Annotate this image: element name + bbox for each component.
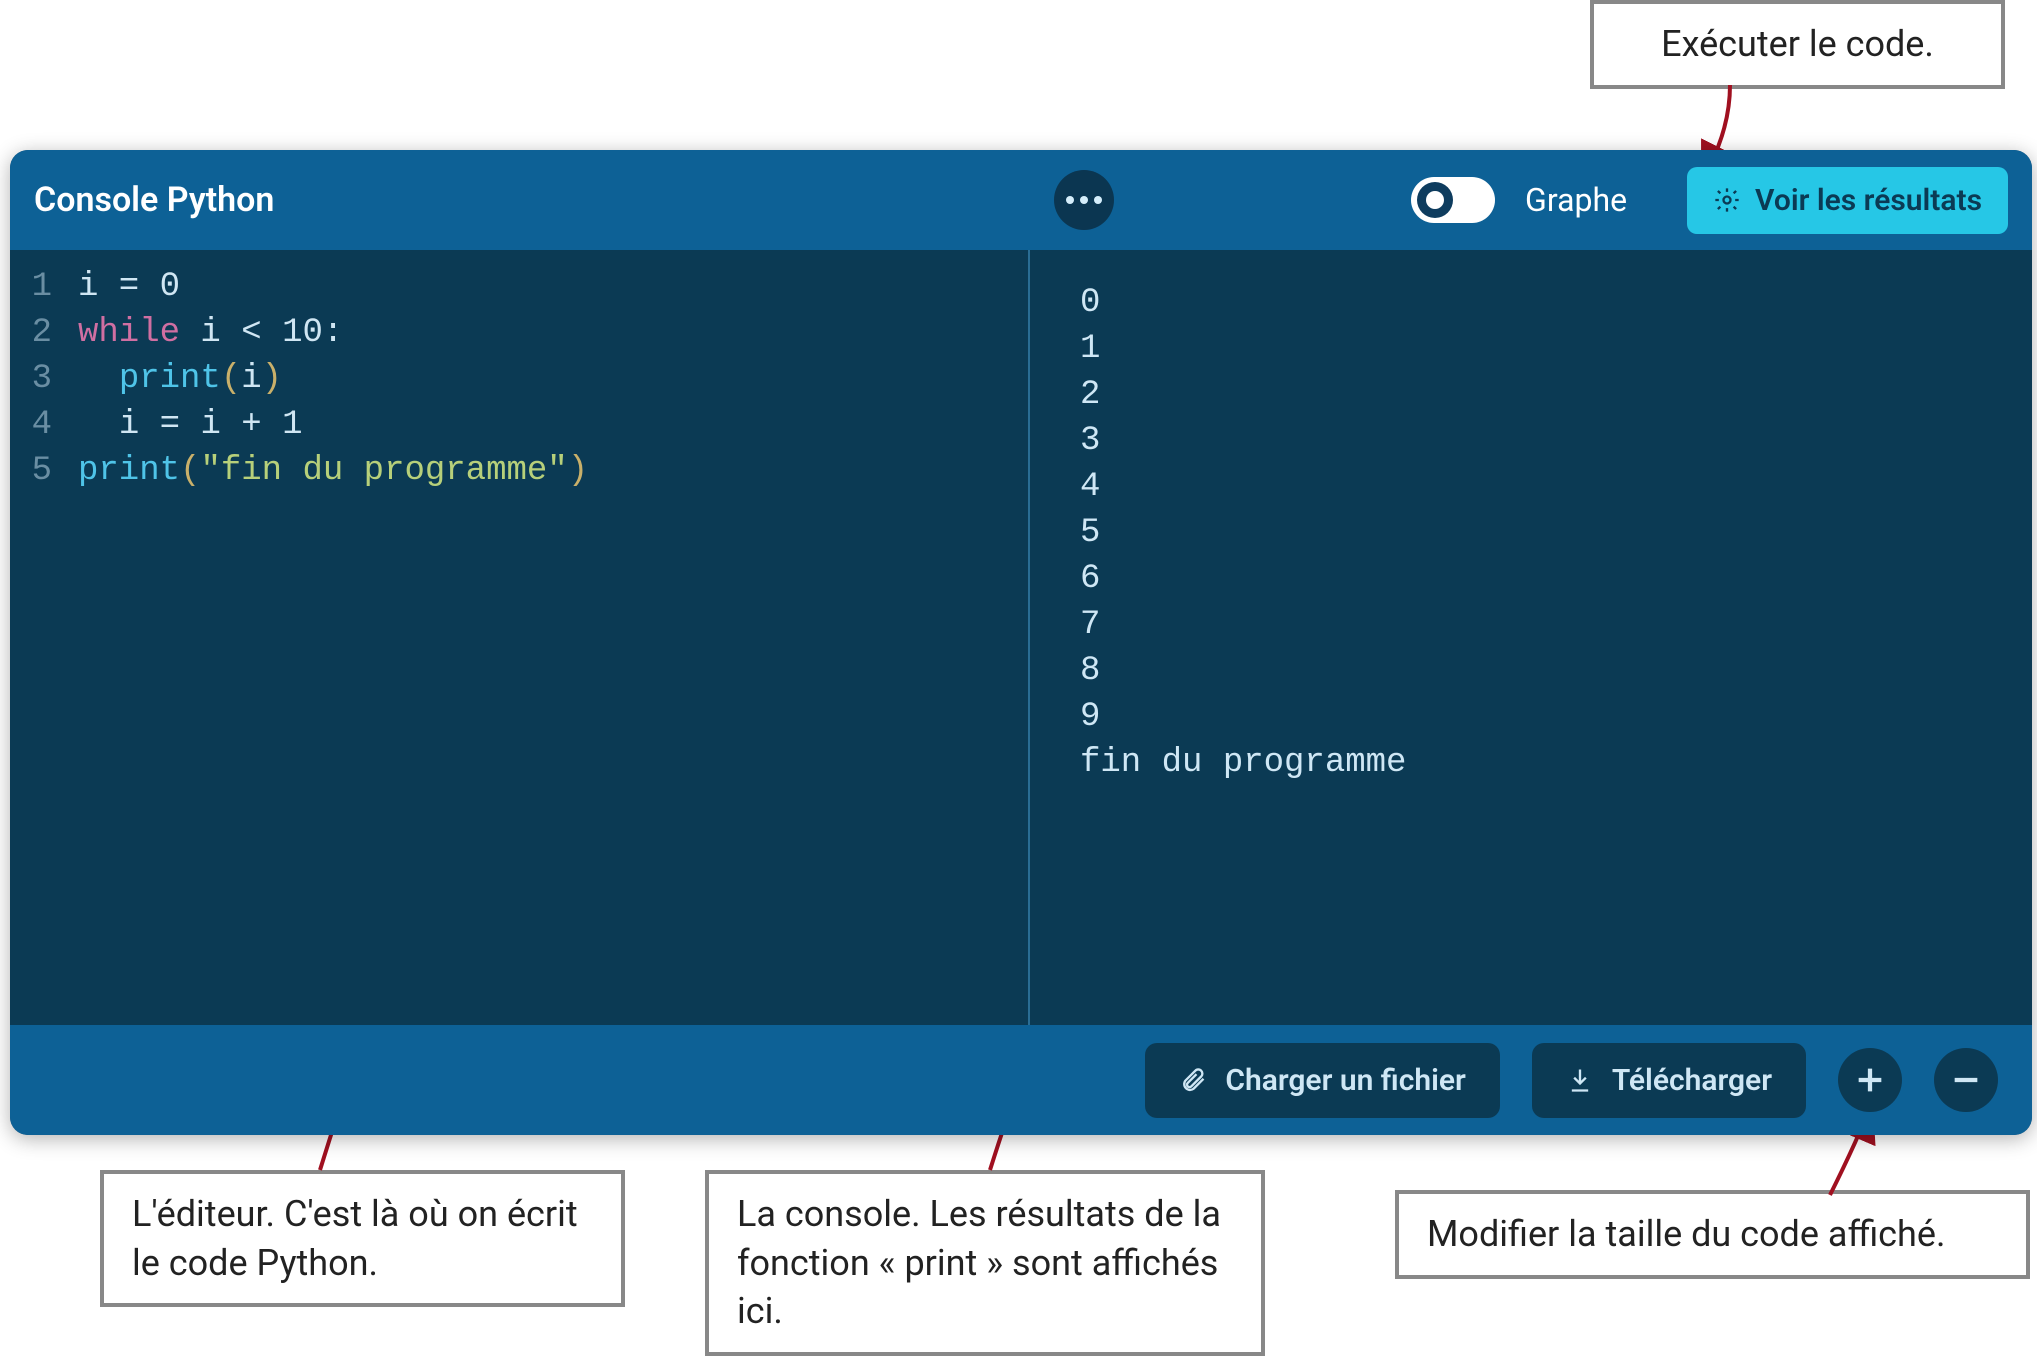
- python-console-panel: Console Python Graphe Voir les résultats…: [10, 150, 2032, 1135]
- code-content[interactable]: i = 0while i < 10: print(i) i = i + 1pri…: [70, 264, 588, 1025]
- run-button[interactable]: Voir les résultats: [1687, 167, 2008, 234]
- gear-icon: [1713, 186, 1741, 214]
- code-line[interactable]: print(i): [78, 356, 588, 402]
- line-gutter: 12345: [10, 264, 70, 1025]
- code-editor[interactable]: 12345 i = 0while i < 10: print(i) i = i …: [10, 250, 1030, 1025]
- zoom-in-button[interactable]: [1838, 1048, 1902, 1112]
- zoom-out-button[interactable]: [1934, 1048, 1998, 1112]
- graph-toggle[interactable]: [1411, 177, 1495, 223]
- callout-console: La console. Les résultats de la fonction…: [705, 1170, 1265, 1356]
- line-number: 1: [10, 264, 52, 310]
- line-number: 4: [10, 402, 52, 448]
- load-file-button[interactable]: Charger un fichier: [1145, 1043, 1499, 1118]
- callout-editor: L'éditeur. C'est là où on écrit le code …: [100, 1170, 625, 1307]
- minus-icon: [1949, 1063, 1983, 1097]
- code-line[interactable]: while i < 10:: [78, 310, 588, 356]
- dots-icon: [1080, 196, 1088, 204]
- download-button[interactable]: Télécharger: [1532, 1043, 1806, 1118]
- plus-icon: [1853, 1063, 1887, 1097]
- graph-toggle-label: Graphe: [1525, 181, 1627, 219]
- download-label: Télécharger: [1612, 1063, 1772, 1098]
- body-area: 12345 i = 0while i < 10: print(i) i = i …: [10, 250, 2032, 1025]
- dots-icon: [1066, 196, 1074, 204]
- download-icon: [1566, 1066, 1594, 1094]
- output-console: 0 1 2 3 4 5 6 7 8 9 fin du programme: [1030, 250, 2032, 1025]
- more-menu-button[interactable]: [1054, 170, 1114, 230]
- callout-zoom: Modifier la taille du code affiché.: [1395, 1190, 2030, 1279]
- code-line[interactable]: i = 0: [78, 264, 588, 310]
- code-line[interactable]: print("fin du programme"): [78, 448, 588, 494]
- line-number: 3: [10, 356, 52, 402]
- callout-run: Exécuter le code.: [1590, 0, 2005, 89]
- run-button-label: Voir les résultats: [1755, 183, 1982, 218]
- dots-icon: [1094, 196, 1102, 204]
- paperclip-icon: [1179, 1066, 1207, 1094]
- line-number: 5: [10, 448, 52, 494]
- code-line[interactable]: i = i + 1: [78, 402, 588, 448]
- load-file-label: Charger un fichier: [1225, 1063, 1465, 1098]
- header-bar: Console Python Graphe Voir les résultats: [10, 150, 2032, 250]
- console-title: Console Python: [34, 180, 274, 220]
- line-number: 2: [10, 310, 52, 356]
- footer-bar: Charger un fichier Télécharger: [10, 1025, 2032, 1135]
